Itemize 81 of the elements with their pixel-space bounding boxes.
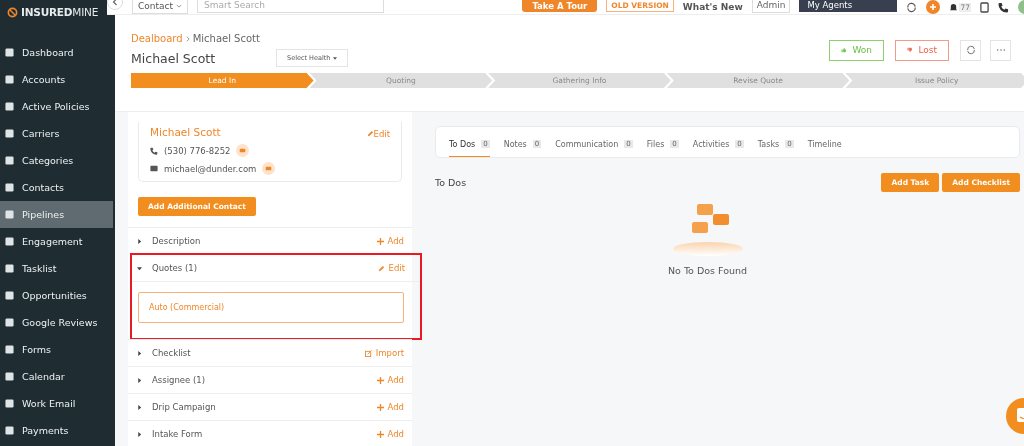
- sidebar-item[interactable]: Categories: [0, 147, 115, 174]
- sidebar-item[interactable]: Engagement: [0, 228, 115, 255]
- sidebar-item[interactable]: Opportunities: [0, 282, 115, 309]
- sidebar-item[interactable]: Work Email: [0, 390, 115, 417]
- refresh-icon[interactable]: [906, 1, 918, 13]
- square-icon: [5, 264, 14, 273]
- tab[interactable]: Timeline: [807, 137, 842, 157]
- pencil-icon: [377, 264, 385, 272]
- square-icon: [5, 291, 14, 300]
- agents-dropdown[interactable]: My Agents: [799, 0, 898, 12]
- dots-icon: [995, 48, 1006, 52]
- square-icon: [5, 102, 14, 111]
- sidebar-item[interactable]: Payments: [0, 417, 115, 444]
- refresh-button[interactable]: [960, 39, 981, 61]
- caret-icon[interactable]: [137, 404, 142, 410]
- square-icon: [5, 129, 14, 138]
- sidebar-item[interactable]: Contacts: [0, 174, 115, 201]
- message-icon[interactable]: [236, 144, 250, 157]
- plus-icon: [376, 237, 384, 245]
- square-icon: [5, 426, 14, 435]
- whats-new-link[interactable]: What's New: [682, 2, 743, 12]
- device-icon[interactable]: [980, 1, 989, 13]
- chevron-right-icon: [185, 35, 190, 42]
- caret-icon[interactable]: [137, 350, 142, 356]
- thumbs-up-icon: [841, 46, 847, 54]
- section-title[interactable]: Description: [152, 236, 201, 246]
- refresh-icon: [965, 45, 976, 55]
- role-dropdown[interactable]: Admin: [751, 0, 791, 13]
- square-icon: [5, 183, 14, 192]
- sidebar-item[interactable]: Active Policies: [0, 93, 115, 120]
- sidebar-item[interactable]: Dashboard: [0, 39, 115, 66]
- square-icon: [5, 75, 14, 84]
- square-icon: [5, 48, 14, 57]
- sidebar-item[interactable]: Carriers: [0, 120, 115, 147]
- empty-notes-drawing: [672, 202, 743, 257]
- plus-icon: [376, 376, 384, 384]
- section-title[interactable]: Intake Form: [152, 429, 203, 439]
- sidebar-item[interactable]: Calendar: [0, 363, 115, 390]
- square-icon: [5, 372, 14, 381]
- caret-icon[interactable]: [137, 431, 142, 437]
- phone-number: (530) 776-8252: [164, 145, 231, 156]
- mail-icon[interactable]: [262, 162, 276, 175]
- section-title[interactable]: Drip Campaign: [152, 402, 216, 412]
- phone-icon[interactable]: [998, 1, 1009, 13]
- logo-icon: [7, 6, 18, 18]
- caret-icon[interactable]: [137, 238, 142, 244]
- envelope-icon: [150, 165, 158, 172]
- add-icon[interactable]: [926, 0, 941, 14]
- caret-icon[interactable]: [137, 265, 142, 271]
- sidebar-item[interactable]: Pipelines: [0, 201, 113, 228]
- breadcrumb-current: Michael Scott: [192, 33, 260, 44]
- section-title[interactable]: Quotes (1): [152, 263, 197, 273]
- bell-icon[interactable]: [949, 1, 959, 13]
- section-title[interactable]: Checklist: [152, 348, 191, 358]
- lost-button[interactable]: Lost: [895, 39, 949, 61]
- sidebar-item[interactable]: Accounts: [0, 66, 115, 93]
- deal-title: Michael Scott: [131, 50, 217, 66]
- square-icon: [5, 237, 14, 246]
- phone-icon: [150, 146, 158, 155]
- panel-title: To Dos: [435, 177, 467, 188]
- caret-icon[interactable]: [137, 377, 142, 383]
- square-icon: [5, 318, 14, 327]
- pencil-icon: [366, 130, 374, 137]
- empty-message: No To Dos Found: [667, 265, 748, 276]
- plus-icon: [376, 403, 384, 411]
- caret-icon: [332, 57, 337, 60]
- sidebar-item[interactable]: Forms: [0, 336, 115, 363]
- import-icon: [364, 349, 372, 357]
- square-icon: [5, 156, 14, 165]
- sidebar-item[interactable]: Google Reviews: [0, 309, 115, 336]
- square-icon: [5, 345, 14, 354]
- chevron-down-icon: [176, 4, 182, 8]
- square-icon: [5, 210, 14, 219]
- search-type-dropdown[interactable]: Contact: [132, 0, 188, 14]
- email-address: michael@dunder.com: [164, 163, 257, 174]
- sidebar-item[interactable]: Tasklist: [0, 255, 115, 282]
- thumbs-down-icon: [907, 46, 913, 54]
- square-icon: [5, 399, 14, 408]
- brand-name: INSUREDMINE: [21, 6, 99, 18]
- plus-icon: [376, 430, 384, 438]
- section-title[interactable]: Assignee (1): [152, 375, 206, 385]
